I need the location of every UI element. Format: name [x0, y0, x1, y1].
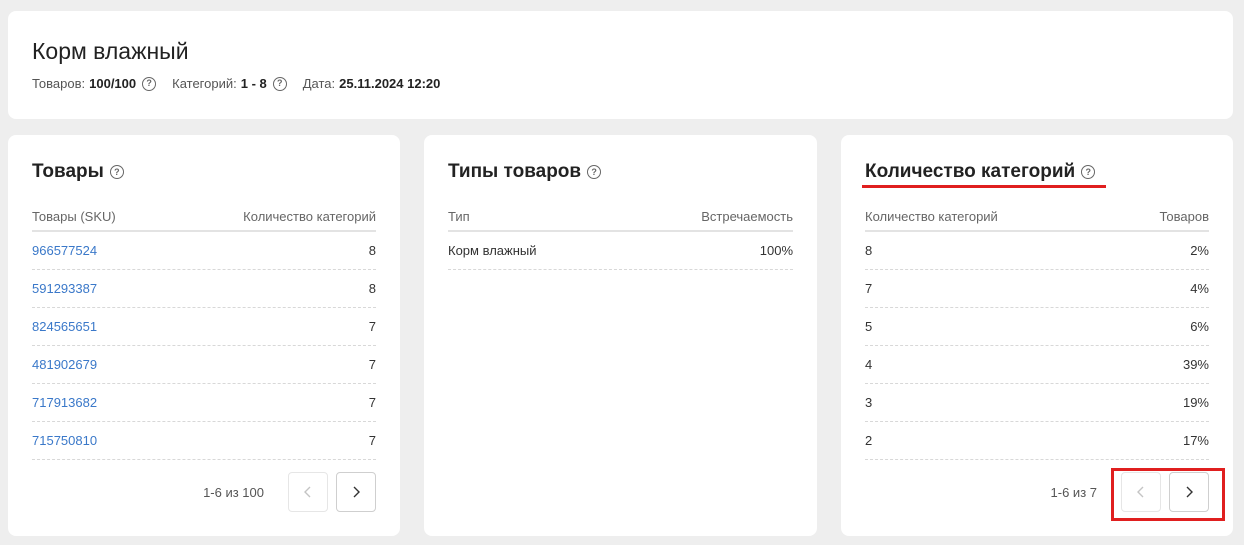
table-row: 7 4%	[865, 270, 1209, 308]
categories-table: Количество категорий Товаров 8 2% 7 4% 5…	[865, 202, 1209, 460]
highlight-underline	[862, 185, 1106, 188]
sku-link[interactable]: 591293387	[32, 281, 97, 296]
types-table-header: Тип Встречаемость	[448, 202, 793, 232]
column-header-category-count: Количество категорий	[243, 208, 376, 224]
page-title: Корм влажный	[32, 38, 189, 64]
column-header-category-count: Количество категорий	[865, 208, 998, 224]
meta-goods-label: Товаров:	[32, 76, 86, 91]
sku-link[interactable]: 824565651	[32, 319, 97, 334]
categories-panel-title-text: Количество категорий	[865, 161, 1076, 182]
types-table: Тип Встречаемость Корм влажный 100%	[448, 202, 793, 270]
types-panel: Типы товаров ? Тип Встречаемость Корм вл…	[424, 135, 817, 536]
pagination-text: 1-6 из 7	[1050, 484, 1097, 500]
meta-categories-value: 1 - 8	[240, 76, 267, 91]
goods-table-header: Товары (SKU) Количество категорий	[32, 202, 376, 232]
goods-share-cell: 17%	[1182, 433, 1209, 448]
goods-share-cell: 19%	[1182, 395, 1209, 410]
pagination-text: 1-6 из 100	[203, 484, 264, 500]
table-row: 3 19%	[865, 384, 1209, 422]
types-panel-title-text: Типы товаров	[448, 161, 582, 182]
question-circle-icon[interactable]: ?	[142, 76, 157, 91]
category-count-cell: 7	[368, 319, 376, 334]
column-header-frequency: Встречаемость	[701, 208, 793, 224]
column-header-goods: Товаров	[1159, 208, 1209, 224]
table-row: 824565651 7	[32, 308, 376, 346]
sku-link[interactable]: 715750810	[32, 433, 97, 448]
header-card: Корм влажный Товаров: 100/100 ? Категори…	[8, 11, 1233, 119]
category-count-cell: 7	[368, 395, 376, 410]
question-circle-icon[interactable]: ?	[272, 76, 287, 91]
category-count-cell: 7	[368, 357, 376, 372]
sku-link[interactable]: 966577524	[32, 243, 97, 258]
category-count-cell: 5	[865, 319, 873, 334]
prev-page-button[interactable]	[288, 472, 328, 512]
category-count-cell: 2	[865, 433, 873, 448]
meta-date-value: 25.11.2024 12:20	[339, 76, 441, 91]
category-count-cell: 3	[865, 395, 873, 410]
goods-panel-title-text: Товары	[32, 161, 104, 182]
meta-bar: Товаров: 100/100 ? Категорий: 1 - 8 ? Да…	[32, 76, 456, 91]
goods-panel: Товары ? Товары (SKU) Количество категор…	[8, 135, 400, 536]
goods-table: Товары (SKU) Количество категорий 966577…	[32, 202, 376, 460]
column-header-sku: Товары (SKU)	[32, 208, 116, 224]
frequency-cell: 100%	[759, 243, 793, 258]
table-row: 481902679 7	[32, 346, 376, 384]
goods-share-cell: 6%	[1190, 319, 1209, 334]
category-count-cell: 8	[368, 281, 376, 296]
meta-goods-value: 100/100	[89, 76, 137, 91]
table-row: 2 17%	[865, 422, 1209, 460]
goods-share-cell: 2%	[1190, 243, 1209, 258]
chevron-left-icon	[304, 486, 311, 498]
meta-date: Дата: 25.11.2024 12:20	[303, 76, 441, 91]
goods-share-cell: 4%	[1190, 281, 1209, 296]
highlight-box	[1111, 468, 1225, 521]
table-row: 8 2%	[865, 232, 1209, 270]
goods-share-cell: 39%	[1182, 357, 1209, 372]
question-circle-icon[interactable]: ?	[587, 165, 602, 179]
meta-date-label: Дата:	[302, 76, 336, 91]
meta-categories-label: Категорий:	[172, 76, 237, 91]
category-count-cell: 7	[368, 433, 376, 448]
sku-link[interactable]: 717913682	[32, 395, 97, 410]
category-count-cell: 4	[865, 357, 873, 372]
next-page-button[interactable]	[336, 472, 376, 512]
category-count-cell: 8	[368, 243, 376, 258]
type-cell: Корм влажный	[448, 243, 537, 258]
table-row: 966577524 8	[32, 232, 376, 270]
types-panel-title: Типы товаров ?	[448, 161, 602, 183]
column-header-type: Тип	[448, 208, 470, 224]
table-row: 4 39%	[865, 346, 1209, 384]
meta-goods: Товаров: 100/100 ?	[32, 76, 157, 91]
table-row: 715750810 7	[32, 422, 376, 460]
meta-categories: Категорий: 1 - 8 ?	[172, 76, 287, 91]
category-count-cell: 7	[865, 281, 873, 296]
table-row: 591293387 8	[32, 270, 376, 308]
chevron-right-icon	[353, 486, 360, 498]
goods-panel-title: Товары ?	[32, 161, 124, 183]
table-row: Корм влажный 100%	[448, 232, 793, 270]
table-row: 5 6%	[865, 308, 1209, 346]
question-circle-icon[interactable]: ?	[1081, 165, 1096, 179]
table-row: 717913682 7	[32, 384, 376, 422]
goods-pagination: 1-6 из 100	[203, 472, 376, 512]
question-circle-icon[interactable]: ?	[109, 165, 124, 179]
categories-panel-title: Количество категорий ?	[865, 161, 1096, 183]
category-count-cell: 8	[865, 243, 873, 258]
sku-link[interactable]: 481902679	[32, 357, 97, 372]
categories-table-header: Количество категорий Товаров	[865, 202, 1209, 232]
